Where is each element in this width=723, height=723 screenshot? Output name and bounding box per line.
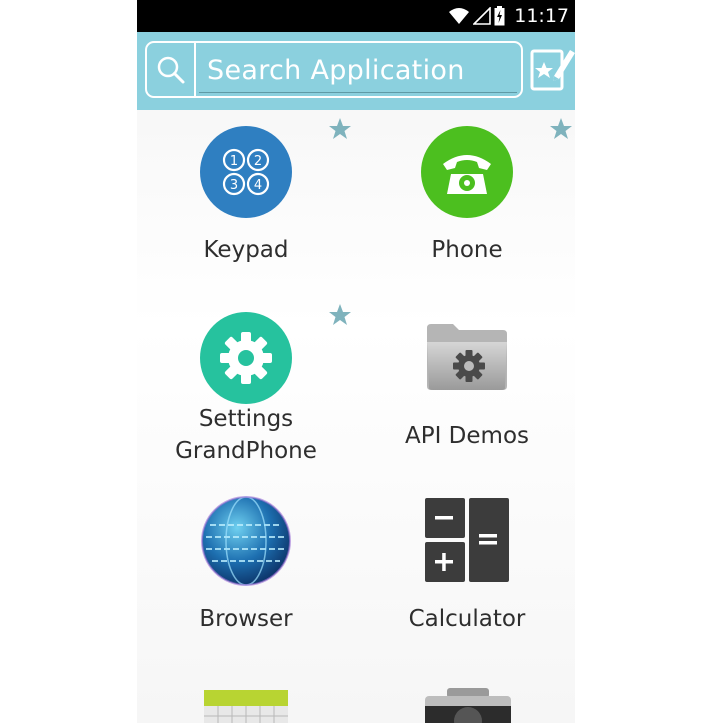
app-settings-grandphone[interactable]: Settings GrandPhone	[146, 312, 346, 472]
status-bar: 11:17	[137, 0, 575, 32]
search-placeholder: Search Application	[207, 55, 465, 86]
app-phone[interactable]: Phone	[367, 126, 567, 276]
search-button[interactable]	[147, 43, 196, 96]
keypad-icon: 1 2 3 4	[200, 126, 292, 218]
app-label-line-2: GrandPhone	[175, 438, 317, 464]
status-clock: 11:17	[514, 5, 569, 27]
favorite-star-icon[interactable]	[549, 117, 573, 141]
app-keypad[interactable]: 1 2 3 4 Keypad	[146, 126, 346, 276]
svg-text:3: 3	[230, 178, 238, 193]
app-browser[interactable]: Browser	[146, 495, 346, 645]
app-drawer-screen: 11:17 Search Application 1 2 3 4 Keypad …	[137, 0, 575, 723]
edit-favorites-button[interactable]	[528, 44, 575, 96]
app-label: API Demos	[404, 423, 530, 449]
search-bar: Search Application	[137, 32, 575, 110]
camera-icon	[425, 688, 511, 723]
app-calculator[interactable]: Calculator	[367, 498, 567, 648]
svg-text:2: 2	[254, 154, 262, 169]
wifi-icon	[449, 8, 470, 24]
app-calendar-partial[interactable]	[204, 690, 288, 723]
favorite-star-icon[interactable]	[328, 303, 352, 327]
battery-icon	[494, 6, 505, 26]
app-label: Settings GrandPhone	[146, 403, 346, 467]
phone-icon	[421, 126, 513, 218]
globe-icon	[200, 495, 292, 587]
calculator-icon	[425, 498, 509, 590]
svg-text:1: 1	[230, 154, 238, 169]
edit-star-icon	[530, 49, 575, 91]
search-input[interactable]: Search Application	[145, 41, 523, 98]
app-label: Calculator	[408, 606, 526, 632]
favorite-star-icon[interactable]	[328, 117, 352, 141]
app-label-line-1: Settings	[198, 406, 294, 432]
app-label: Phone	[431, 237, 503, 263]
search-icon	[157, 56, 184, 83]
app-label: Browser	[199, 606, 293, 632]
app-camera-partial[interactable]	[425, 688, 511, 723]
app-label: Keypad	[203, 237, 289, 263]
calendar-icon	[204, 690, 288, 723]
app-api-demos[interactable]: API Demos	[367, 322, 567, 472]
svg-text:4: 4	[254, 178, 262, 193]
settings-gear-icon	[200, 312, 292, 404]
signal-icon	[473, 7, 492, 25]
folder-gear-icon	[425, 322, 509, 414]
search-underline	[199, 92, 517, 93]
